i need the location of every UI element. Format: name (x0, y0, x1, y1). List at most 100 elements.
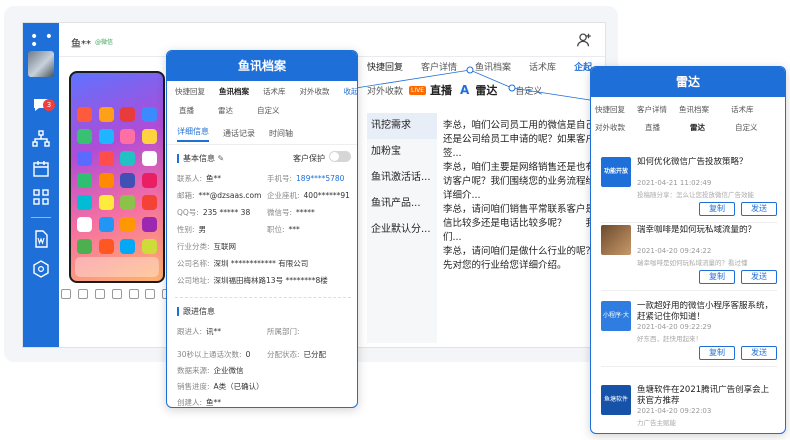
field-gender: 性别: 男 (177, 224, 206, 235)
profile-tabs-row1: 快捷回复 鱼讯档案 话术库 对外收款 收起 (167, 81, 357, 101)
tab-radar[interactable]: 雷达 (690, 122, 705, 133)
copy-button[interactable]: 复制 (699, 270, 735, 284)
tab-yuxun-profile[interactable]: 鱼讯档案 (219, 86, 249, 97)
unread-badge: 3 (43, 99, 55, 111)
org-structure-icon[interactable] (31, 129, 51, 149)
category-item[interactable]: 讯挖需求 (367, 113, 437, 139)
field-industry: 行业分类: 互联网 (177, 241, 236, 252)
radar-logo-icon: A (460, 83, 470, 97)
tab-script-library[interactable]: 话术库 (263, 86, 286, 97)
radar-article[interactable]: 小程序·大件 一款超好用的微信小程序客服系统，赶紧记住你知道！ 2021-04-… (601, 301, 777, 367)
send-button[interactable]: 发送 (741, 202, 777, 216)
field-company: 公司名称: 深圳 ************ 有限公司 (177, 258, 308, 269)
copy-button[interactable]: 复制 (699, 346, 735, 360)
radar-tabs-row2: 对外收款 直播 雷达 自定义 (591, 119, 785, 135)
follow-info-title: 跟进信息 (177, 307, 215, 316)
phone-icon[interactable] (145, 289, 156, 299)
category-item[interactable]: 加粉宝 (367, 139, 437, 165)
tab-custom[interactable]: 自定义 (257, 105, 280, 116)
field-creator: 创建人: 鱼** (177, 397, 221, 407)
scissors-icon[interactable] (77, 289, 88, 299)
app-icon (98, 173, 114, 188)
basic-info-label: 基本信息 (183, 154, 215, 163)
field-value: 鱼** (206, 174, 222, 183)
tab-script-library[interactable]: 话术库 (529, 60, 556, 73)
script-item[interactable]: 李总，请问咱们是做什么行业的呢？我先对您的行业给您详细介绍。 (443, 245, 605, 285)
tab-quick-reply[interactable]: 快捷回复 (175, 86, 205, 97)
tab-external-payment[interactable]: 对外收款 (367, 84, 403, 97)
script-item[interactable]: 李总，咱们主要是网络销售还是也有拜访客户呢？我们围绕您的业务流程给您详细介... (443, 161, 605, 201)
tab-quick-reply[interactable]: 快捷回复 (367, 60, 403, 73)
section-divider (175, 297, 351, 298)
folder-icon[interactable] (128, 289, 139, 299)
user-avatar[interactable] (28, 51, 54, 77)
app-icon (120, 173, 135, 188)
article-date: 2021-04-20 09:22:03 (637, 407, 712, 415)
app-icon (120, 107, 135, 122)
profile-card: 鱼讯档案 快捷回复 鱼讯档案 话术库 对外收款 收起 直播 雷达 自定义 详细信… (166, 50, 358, 408)
document-icon[interactable] (31, 229, 51, 249)
category-item[interactable]: 鱼讯产品... (367, 191, 437, 217)
tab-yuxun-profile[interactable]: 鱼讯档案 (679, 104, 709, 115)
field-sales-progress: 销售进度: A类（已确认） (177, 381, 264, 392)
radar-article[interactable]: 瑞幸咖啡是如何玩私域流量的？ 2021-04-20 09:24:22 瑞幸咖啡是… (601, 225, 777, 291)
tab-yuxun-profile[interactable]: 鱼讯档案 (475, 60, 511, 73)
tab-radar[interactable]: 雷达 (475, 82, 497, 98)
tab-custom[interactable]: 自定义 (515, 84, 542, 97)
article-thumbnail: 小程序·大件 (601, 301, 631, 331)
live-badge: LIVE (409, 85, 427, 95)
field-address: 公司地址: 深圳福田梅林路13号 ********8楼 (177, 275, 328, 286)
image-icon[interactable] (111, 289, 122, 299)
more-dots-icon[interactable]: • • • (30, 30, 59, 52)
send-button[interactable]: 发送 (741, 346, 777, 360)
cube-plugin-icon[interactable] (31, 259, 51, 279)
emoji-icon[interactable] (61, 289, 71, 299)
tab-live[interactable]: 直播 (645, 122, 660, 133)
script-item[interactable]: 李总，咱们公司员工用的微信是自己的还是公司给员工申请的呢？如果客户回签... (443, 119, 605, 159)
copy-button[interactable]: 复制 (699, 202, 735, 216)
tab-custom[interactable]: 自定义 (735, 122, 758, 133)
tab-script-library[interactable]: 话术库 (731, 104, 754, 115)
radar-article[interactable]: 功能开放 如何优化微信广告投放策略？ 2021-04-21 11:02:49 投… (601, 157, 777, 223)
calendar-icon[interactable] (31, 159, 51, 179)
send-button[interactable]: 发送 (741, 270, 777, 284)
script-tabs-row2: 对外收款 LIVE 直播 A 雷达 自定义 (367, 81, 560, 99)
radar-article[interactable]: 鱼塘软件 鱼塘软件在2021腾讯广告创享会上获官方推荐 2021-04-20 0… (601, 385, 777, 433)
field-label: 企业座机: (267, 191, 300, 200)
subtab-timeline[interactable]: 时间轴 (269, 128, 293, 139)
category-item[interactable]: 鱼讯激活话... (367, 165, 437, 191)
add-user-icon[interactable] (575, 31, 593, 49)
tab-live[interactable]: 直播 (430, 82, 452, 98)
radar-card: 雷达 快捷回复 客户详情 鱼讯档案 话术库 对外收款 直播 雷达 自定义 功能开… (590, 66, 786, 434)
app-icon (120, 239, 135, 254)
field-label: 微信号: (267, 208, 293, 217)
script-item[interactable]: 李总，请问咱们销售平常联系客户是微信比较多还是电话比较多呢？ 我们... (443, 203, 605, 243)
apps-grid-icon[interactable] (31, 187, 51, 207)
app-icon (98, 107, 114, 122)
tab-radar[interactable]: 雷达 (218, 105, 233, 116)
article-thumbnail: 鱼塘软件 (601, 385, 631, 415)
app-icon (120, 195, 135, 210)
customer-protect-toggle[interactable] (329, 151, 351, 162)
subtab-call-log[interactable]: 通话记录 (223, 128, 255, 139)
app-icon (141, 129, 157, 144)
field-value: 企业微信 (213, 366, 244, 375)
tab-quick-reply[interactable]: 快捷回复 (595, 104, 625, 115)
tab-customer-detail[interactable]: 客户详情 (637, 104, 667, 115)
edit-icon[interactable]: ✎ (218, 154, 225, 163)
field-label: 公司地址: (177, 276, 210, 285)
tab-external-payment[interactable]: 对外收款 (595, 122, 625, 133)
field-label: 性别: (177, 225, 195, 234)
tab-live[interactable]: 直播 (179, 105, 194, 116)
tab-collapse[interactable]: 收起 (344, 86, 358, 97)
app-icon (141, 107, 157, 122)
field-data-source: 数据来源: 企业微信 (177, 365, 244, 376)
field-value[interactable]: 189****5780 (296, 174, 344, 183)
tab-external-payment[interactable]: 对外收款 (300, 86, 330, 97)
article-thumbnail (601, 225, 631, 255)
tab-customer-detail[interactable]: 客户详情 (421, 60, 457, 73)
subtab-detail[interactable]: 详细信息 (177, 126, 209, 142)
category-item[interactable]: 企业默认分... (367, 217, 437, 243)
file-icon[interactable] (94, 289, 105, 299)
field-label: 所属部门: (267, 327, 300, 336)
